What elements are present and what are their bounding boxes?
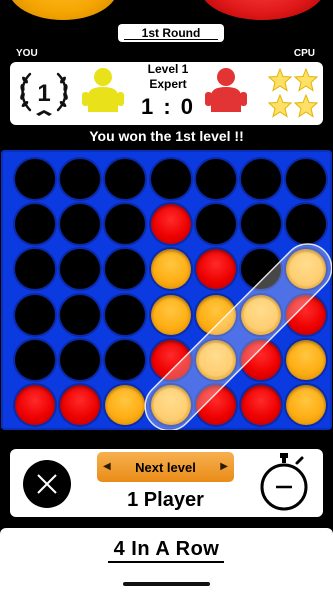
board-slot-empty[interactable] [241, 249, 281, 290]
triangle-left-icon: ◀ [103, 461, 111, 472]
board-slot-empty[interactable] [105, 249, 146, 290]
disc-red[interactable] [241, 385, 281, 425]
close-x-icon [37, 474, 57, 494]
disc-yellow[interactable] [286, 249, 327, 290]
board-slot-empty[interactable] [286, 159, 327, 199]
disc-yellow[interactable] [150, 249, 191, 290]
disc-yellow[interactable] [105, 385, 146, 425]
rank-badge-number: 1 [37, 80, 50, 107]
yellow-disc-decoration [8, 0, 118, 20]
disc-red[interactable] [150, 204, 191, 245]
disc-red[interactable] [60, 385, 101, 425]
board-slot-empty[interactable] [60, 339, 101, 380]
disc-red[interactable] [241, 339, 281, 380]
board-slot-empty[interactable] [105, 159, 146, 199]
top-disc-decoration [0, 0, 333, 22]
board-slot-empty[interactable] [286, 204, 327, 245]
disc-red[interactable] [15, 385, 55, 425]
board-slot-empty[interactable] [60, 249, 101, 290]
player-you-label: YOU [16, 48, 38, 59]
board-slot-empty[interactable] [15, 249, 55, 290]
disc-red[interactable] [286, 294, 327, 335]
next-level-label: Next level [135, 459, 196, 475]
control-panel: ◀ Next level ▶ 1 Player [10, 449, 323, 517]
disc-yellow[interactable] [286, 385, 327, 425]
board-slot-empty[interactable] [105, 294, 146, 335]
board-slot-empty[interactable] [15, 204, 55, 245]
disc-yellow[interactable] [150, 385, 191, 425]
star-icon [294, 68, 318, 92]
game-board[interactable] [1, 150, 332, 430]
board-slot-empty[interactable] [105, 204, 146, 245]
score-display: 1 : 0 [140, 94, 196, 119]
disc-yellow[interactable] [195, 339, 236, 380]
cpu-stars [268, 68, 320, 118]
board-slot-empty[interactable] [105, 339, 146, 380]
disc-red[interactable] [195, 385, 236, 425]
board-slot-empty[interactable] [195, 159, 236, 199]
red-disc-decoration [200, 0, 325, 20]
board-slot-empty[interactable] [60, 204, 101, 245]
game-mode-label: 1 Player [127, 489, 204, 511]
round-label: 1st Round [118, 24, 224, 42]
disc-yellow[interactable] [286, 339, 327, 380]
next-level-button[interactable]: ◀ Next level ▶ [97, 452, 234, 482]
app-title: 4 In A Row [113, 538, 220, 560]
disc-yellow[interactable] [195, 294, 236, 335]
disc-red[interactable] [150, 339, 191, 380]
level-difficulty: Expert [149, 77, 187, 91]
player-cpu-label: CPU [293, 48, 315, 59]
board-slot-empty[interactable] [15, 159, 55, 199]
cpu-figure-icon [205, 68, 247, 112]
board-slot-empty[interactable] [241, 159, 281, 199]
home-indicator[interactable] [123, 582, 210, 586]
close-button[interactable] [23, 460, 71, 508]
disc-red[interactable] [195, 249, 236, 290]
board-slot-empty[interactable] [15, 294, 55, 335]
star-icon [294, 94, 318, 118]
title-underline [108, 561, 224, 563]
board-slot-empty[interactable] [60, 294, 101, 335]
disc-yellow[interactable] [150, 294, 191, 335]
player-figure-icon [82, 68, 124, 112]
board-slot-empty[interactable] [15, 339, 55, 380]
stopwatch-icon[interactable] [258, 451, 310, 513]
status-message: You won the 1st level !! [89, 128, 244, 144]
board-slot-empty[interactable] [195, 204, 236, 245]
board-slot-empty[interactable] [60, 159, 101, 199]
laurel-wreath-icon: 1 [20, 72, 68, 116]
disc-yellow[interactable] [241, 294, 281, 335]
level-number: Level 1 [147, 62, 189, 76]
board-slot-empty[interactable] [150, 159, 191, 199]
board-slot-empty[interactable] [241, 204, 281, 245]
score-panel: 1 Level 1 Expert 1 : 0 [10, 62, 323, 125]
triangle-right-icon: ▶ [220, 461, 228, 472]
level-info: Level 1 Expert [120, 62, 216, 92]
star-icon [268, 68, 292, 92]
star-icon [268, 94, 292, 118]
